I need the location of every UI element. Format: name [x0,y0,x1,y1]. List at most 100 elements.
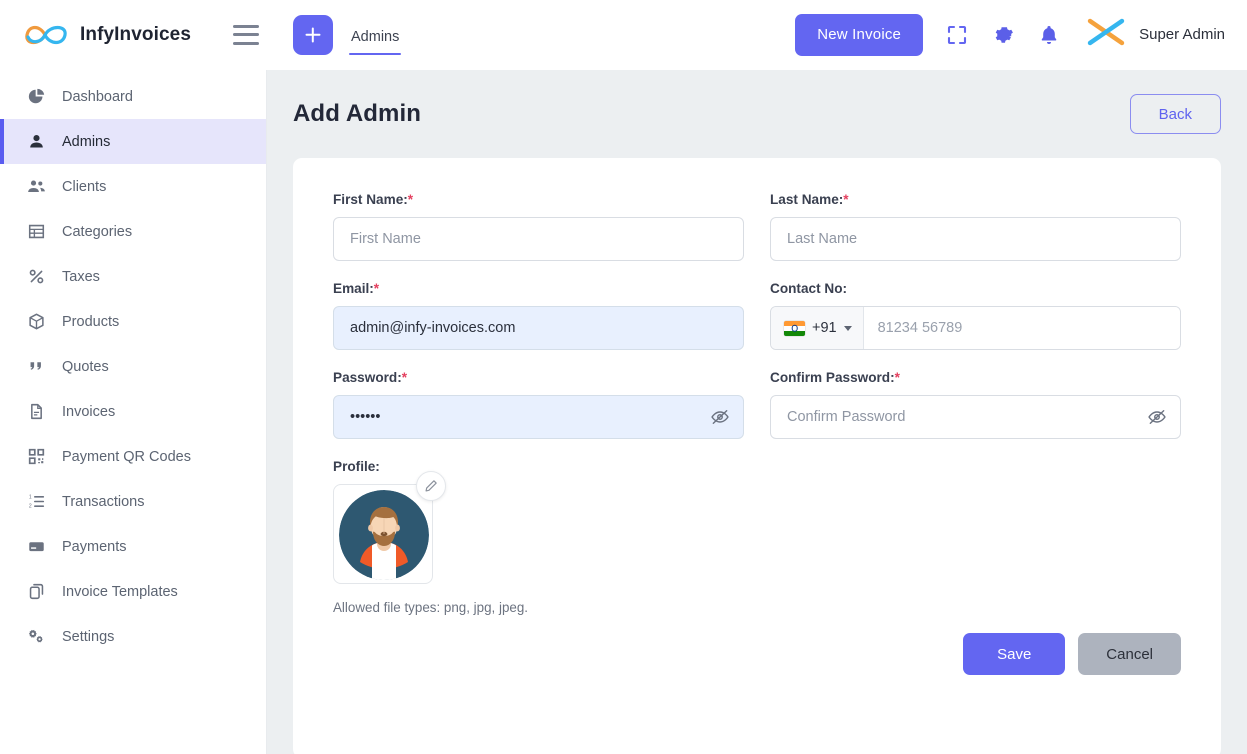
credit-card-icon [26,538,46,555]
user-avatar-image-icon [339,490,429,580]
form-actions: Save Cancel [333,633,1181,675]
sidebar: Dashboard Admins Clients Categories Taxe… [0,70,267,754]
gear-icon[interactable] [991,23,1015,47]
email-field: Email:* [333,281,744,350]
dial-code: +91 [812,320,837,336]
document-icon [26,403,46,420]
back-button[interactable]: Back [1129,94,1221,134]
profile-field: Profile: Allowed file types: png, jpg, j… [333,459,1181,615]
svg-text:1: 1 [28,495,31,501]
password-input-group [333,395,744,439]
email-label: Email:* [333,281,744,296]
sidebar-item-products[interactable]: Products [0,299,266,344]
sidebar-item-quotes[interactable]: Quotes [0,344,266,389]
last-name-label-text: Last Name: [770,192,844,207]
sidebar-item-invoices[interactable]: Invoices [0,389,266,434]
confirm-password-input-group [770,395,1181,439]
new-invoice-button[interactable]: New Invoice [795,13,924,56]
save-button[interactable]: Save [963,633,1066,675]
sidebar-item-label: Invoices [62,403,116,420]
gears-icon [26,628,46,645]
pie-chart-icon [26,88,46,105]
required-marker: * [401,370,408,385]
sidebar-item-label: Payments [62,538,127,555]
brand-name: InfyInvoices [80,23,192,45]
plus-icon-button[interactable] [293,14,333,55]
last-name-label: Last Name:* [770,192,1181,207]
hamburger-menu-icon[interactable] [233,24,260,45]
top-bar: InfyInvoices Admins New Invoice Super Ad… [0,0,1247,70]
first-name-input[interactable] [333,217,744,261]
required-marker: * [407,192,414,207]
password-input[interactable] [333,395,744,439]
contact-label-text: Contact No: [770,281,848,296]
tab-admins[interactable]: Admins [349,25,402,55]
confirm-password-label: Confirm Password:* [770,370,1181,385]
sidebar-item-label: Payment QR Codes [62,448,191,465]
svg-text:2: 2 [28,503,31,509]
sidebar-item-dashboard[interactable]: Dashboard [0,74,266,119]
sidebar-item-payment-qr-codes[interactable]: Payment QR Codes [0,434,266,479]
confirm-password-label-text: Confirm Password: [770,370,895,385]
sidebar-item-transactions[interactable]: 12 Transactions [0,479,266,524]
sidebar-item-clients[interactable]: Clients [0,164,266,209]
sidebar-item-label: Clients [62,178,107,195]
email-label-text: Email: [333,281,374,296]
profile-image-uploader[interactable] [333,471,446,584]
eye-slash-icon[interactable] [710,407,730,427]
quote-marks-icon [26,358,46,375]
add-admin-form-card: First Name:* Last Name:* E [293,158,1221,754]
sidebar-item-label: Dashboard [62,88,133,105]
first-name-field: First Name:* [333,192,744,261]
sidebar-item-label: Categories [62,223,133,240]
app-root: InfyInvoices Admins New Invoice Super Ad… [0,0,1247,754]
qr-code-icon [26,448,46,465]
pencil-icon[interactable] [416,471,446,501]
top-bar-main: Admins New Invoice Super Admin [267,0,1247,70]
ordered-list-icon: 12 [26,493,46,510]
infinity-logo-icon [22,20,68,50]
last-name-input[interactable] [770,217,1181,261]
sidebar-item-categories[interactable]: Categories [0,209,266,254]
allowed-file-types-note: Allowed file types: png, jpg, jpeg. [333,600,529,615]
body-row: Dashboard Admins Clients Categories Taxe… [0,70,1247,754]
user-icon [26,133,46,150]
sidebar-item-admins[interactable]: Admins [0,119,266,164]
sidebar-item-label: Invoice Templates [62,583,178,600]
phone-input-group: +91 [770,306,1181,350]
country-code-selector[interactable]: +91 [771,307,864,349]
sidebar-item-label: Taxes [62,268,100,285]
page-header: Add Admin Back [293,70,1221,158]
contact-field: Contact No: +91 [770,281,1181,350]
sidebar-item-settings[interactable]: Settings [0,614,266,659]
user-menu[interactable]: Super Admin [1083,15,1225,54]
contact-number-input[interactable] [863,307,1180,349]
sidebar-item-invoice-templates[interactable]: Invoice Templates [0,569,266,614]
form-grid: First Name:* Last Name:* E [333,192,1181,459]
eye-slash-icon[interactable] [1147,407,1167,427]
required-marker: * [894,370,900,385]
fullscreen-icon[interactable] [945,23,969,47]
sidebar-item-label: Quotes [62,358,109,375]
box-icon [26,313,46,330]
sidebar-item-label: Settings [62,628,115,645]
sidebar-item-taxes[interactable]: Taxes [0,254,266,299]
required-marker: * [373,281,380,296]
required-marker: * [843,192,849,207]
brand-zone: InfyInvoices [0,0,267,70]
page-title: Add Admin [293,100,421,127]
confirm-password-field: Confirm Password:* [770,370,1181,439]
sidebar-item-payments[interactable]: Payments [0,524,266,569]
percent-icon [26,268,46,285]
sidebar-item-label: Admins [62,133,111,150]
cancel-button[interactable]: Cancel [1078,633,1181,675]
email-input[interactable] [333,306,744,350]
sidebar-item-label: Products [62,313,120,330]
copy-files-icon [26,583,46,600]
profile-label: Profile: [333,459,380,474]
confirm-password-input[interactable] [770,395,1181,439]
table-list-icon [26,223,46,240]
x-logo-avatar-icon [1083,15,1129,54]
top-bar-actions: New Invoice Super Admin [795,13,1225,56]
bell-icon[interactable] [1037,23,1061,47]
